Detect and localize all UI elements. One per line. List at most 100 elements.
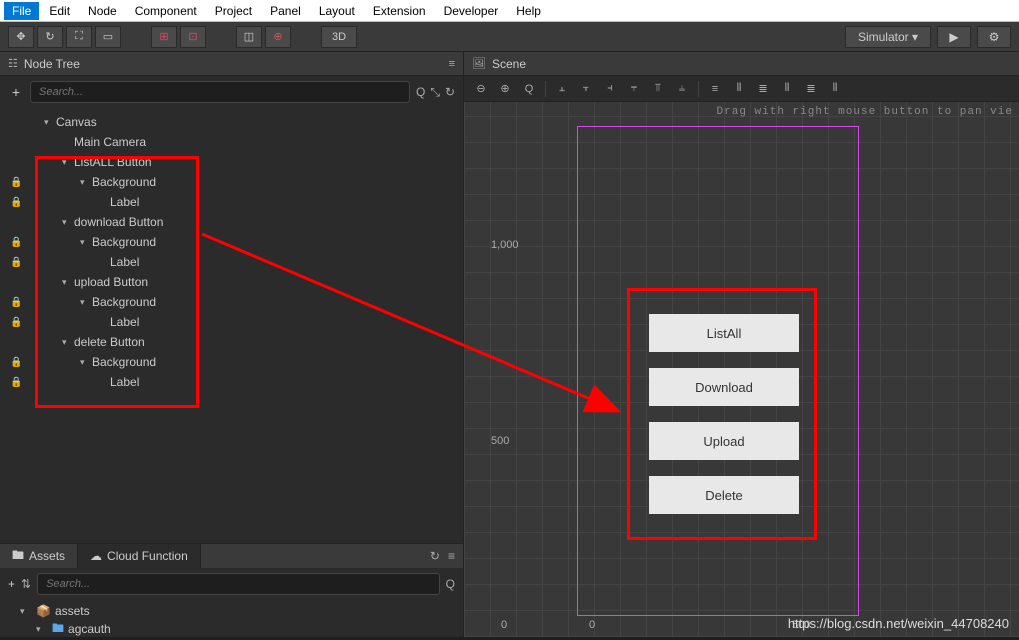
scale-tool-icon[interactable]: ⛶ [66, 26, 92, 48]
expand-icon[interactable]: ▾ [62, 337, 74, 348]
menu-edit[interactable]: Edit [41, 2, 78, 20]
asset-item[interactable]: ▾🖿agcauth [8, 620, 455, 638]
refresh-icon[interactable]: ↻ [445, 85, 455, 100]
lock-icon: 🔒 [10, 377, 24, 388]
zoom-out-icon[interactable]: ⊖ [470, 79, 492, 99]
ruler-x-0: 0 [589, 619, 595, 631]
node-label: Background [92, 295, 156, 309]
expand-icon[interactable]: ▾ [80, 297, 92, 308]
sort-icon[interactable]: ⇅ [21, 577, 31, 591]
tree-node[interactable]: 🔒 Label [0, 372, 463, 392]
asset-search-input[interactable] [46, 578, 431, 590]
anchor-tool-icon[interactable]: ⊞ [151, 26, 177, 48]
tree-node[interactable]: Main Camera [0, 132, 463, 152]
simulator-dropdown[interactable]: Simulator ▾ [845, 26, 931, 48]
upload-button[interactable]: Upload [649, 422, 799, 460]
menu-node[interactable]: Node [80, 2, 125, 20]
menu-icon[interactable]: ≡ [449, 58, 455, 70]
node-tree: ▾CanvasMain Camera▾ListALL Button🔒▾Backg… [0, 108, 463, 543]
asset-item[interactable]: ▾📦assets [8, 602, 455, 620]
tree-node[interactable]: 🔒▾Background [0, 292, 463, 312]
align-left-icon[interactable]: ⫠ [551, 79, 573, 99]
asset-label: assets [55, 604, 90, 618]
download-button[interactable]: Download [649, 368, 799, 406]
expand-icon[interactable]: ▾ [36, 624, 48, 635]
node-search-input[interactable] [39, 86, 401, 98]
node-label: Label [110, 375, 139, 389]
expand-icon[interactable]: ▾ [80, 237, 92, 248]
rotate-tool-icon[interactable]: ↻ [37, 26, 63, 48]
tree-node[interactable]: 🔒Label [0, 252, 463, 272]
settings-button[interactable]: ⚙ [977, 26, 1011, 48]
add-asset-button[interactable]: + [8, 577, 15, 591]
distribute-icon-4[interactable]: ⦀ [776, 79, 798, 99]
expand-icon[interactable]: ▾ [80, 357, 92, 368]
align-bottom-icon[interactable]: ⫨ [671, 79, 693, 99]
tree-node[interactable]: ▾Canvas [0, 112, 463, 132]
node-label: Background [92, 235, 156, 249]
add-node-button[interactable]: + [8, 84, 24, 100]
node-search-box[interactable] [30, 81, 410, 103]
expand-icon[interactable]: ▾ [62, 217, 74, 228]
expand-icon[interactable]: ▾ [62, 277, 74, 288]
ruler-y-0: 0 [501, 619, 507, 631]
menu-extension[interactable]: Extension [365, 2, 434, 20]
menu-help[interactable]: Help [508, 2, 549, 20]
tree-node[interactable]: ▾download Button [0, 212, 463, 232]
align-center-v-icon[interactable]: ⫪ [647, 79, 669, 99]
tree-icon: ☷ [8, 57, 18, 70]
scene-icon: 🖼 [472, 57, 486, 70]
expand-icon[interactable]: ▾ [80, 177, 92, 188]
rect-tool-icon[interactable]: ▭ [95, 26, 121, 48]
local-tool-icon[interactable]: ◫ [236, 26, 262, 48]
tree-node[interactable]: 🔒▾Background [0, 352, 463, 372]
menu-assets-icon[interactable]: ≡ [448, 549, 455, 563]
move-tool-icon[interactable]: ✥ [8, 26, 34, 48]
collapse-icon[interactable]: ⤡ [430, 85, 440, 100]
distribute-h-icon[interactable]: ≡ [704, 79, 726, 99]
node-label: delete Button [74, 335, 145, 349]
expand-icon[interactable]: ▾ [44, 117, 56, 128]
tree-node[interactable]: 🔒Label [0, 312, 463, 332]
refresh-assets-icon[interactable]: ↻ [430, 549, 440, 563]
menu-file[interactable]: File [4, 2, 39, 20]
tab-assets[interactable]: 🖿 Assets [0, 544, 78, 568]
align-center-h-icon[interactable]: ⫟ [575, 79, 597, 99]
node-tree-title: Node Tree [24, 57, 80, 71]
distribute-icon-6[interactable]: ⦀ [824, 79, 846, 99]
distribute-icon-5[interactable]: ≣ [800, 79, 822, 99]
scene-toolbar: ⊖ ⊕ Q ⫠ ⫟ ⫞ ⫧ ⫪ ⫨ ≡ ⦀ ≣ ⦀ ≣ ⦀ [464, 76, 1019, 102]
world-tool-icon[interactable]: ⊕ [265, 26, 291, 48]
tree-node[interactable]: 🔒▾Background [0, 172, 463, 192]
menu-panel[interactable]: Panel [262, 2, 309, 20]
menu-project[interactable]: Project [207, 2, 260, 20]
align-top-icon[interactable]: ⫧ [623, 79, 645, 99]
menu-developer[interactable]: Developer [436, 2, 507, 20]
delete-button[interactable]: Delete [649, 476, 799, 514]
expand-icon[interactable]: ▾ [20, 606, 32, 617]
menubar: File Edit Node Component Project Panel L… [0, 0, 1019, 22]
tree-node[interactable]: ▾delete Button [0, 332, 463, 352]
zoom-fit-icon[interactable]: Q [518, 79, 540, 99]
scene-title: Scene [492, 57, 526, 71]
menu-layout[interactable]: Layout [311, 2, 363, 20]
asset-search-box[interactable] [37, 573, 440, 595]
pivot-tool-icon[interactable]: ⊡ [180, 26, 206, 48]
scene-canvas[interactable]: Drag with right mouse button to pan vie … [464, 102, 1019, 637]
3d-toggle-button[interactable]: 3D [321, 26, 357, 48]
distribute-v-icon[interactable]: ⦀ [728, 79, 750, 99]
search-icon[interactable]: Q [416, 85, 425, 100]
asset-search-icon[interactable]: Q [446, 577, 455, 591]
menu-component[interactable]: Component [127, 2, 205, 20]
play-button[interactable]: ▶ [937, 26, 971, 48]
tree-node[interactable]: 🔒Label [0, 192, 463, 212]
zoom-in-icon[interactable]: ⊕ [494, 79, 516, 99]
tree-node[interactable]: ▾ListALL Button [0, 152, 463, 172]
tree-node[interactable]: 🔒▾Background [0, 232, 463, 252]
distribute-icon-3[interactable]: ≣ [752, 79, 774, 99]
expand-icon[interactable]: ▾ [62, 157, 74, 168]
tab-cloud-function[interactable]: ☁ Cloud Function [78, 544, 201, 568]
tree-node[interactable]: ▾upload Button [0, 272, 463, 292]
listall-button[interactable]: ListAll [649, 314, 799, 352]
align-right-icon[interactable]: ⫞ [599, 79, 621, 99]
